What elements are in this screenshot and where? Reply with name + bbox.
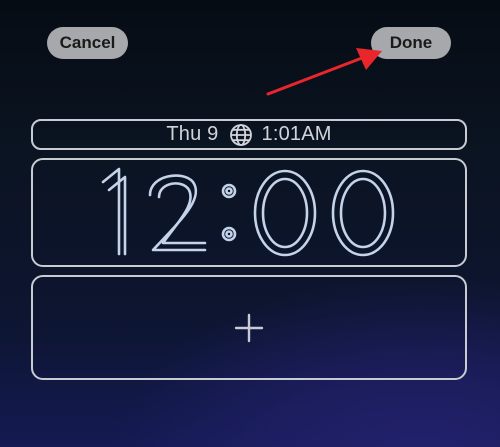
clock-frame[interactable] xyxy=(31,158,467,267)
clock-digits xyxy=(101,167,395,257)
date-widget-frame[interactable]: Thu 9 1:01AM xyxy=(31,119,467,150)
plus-icon xyxy=(234,313,264,342)
world-clock-time: 1:01AM xyxy=(261,123,332,145)
date-label: Thu 9 xyxy=(166,123,219,145)
globe-icon xyxy=(229,123,253,147)
add-widget-area[interactable] xyxy=(31,275,467,380)
